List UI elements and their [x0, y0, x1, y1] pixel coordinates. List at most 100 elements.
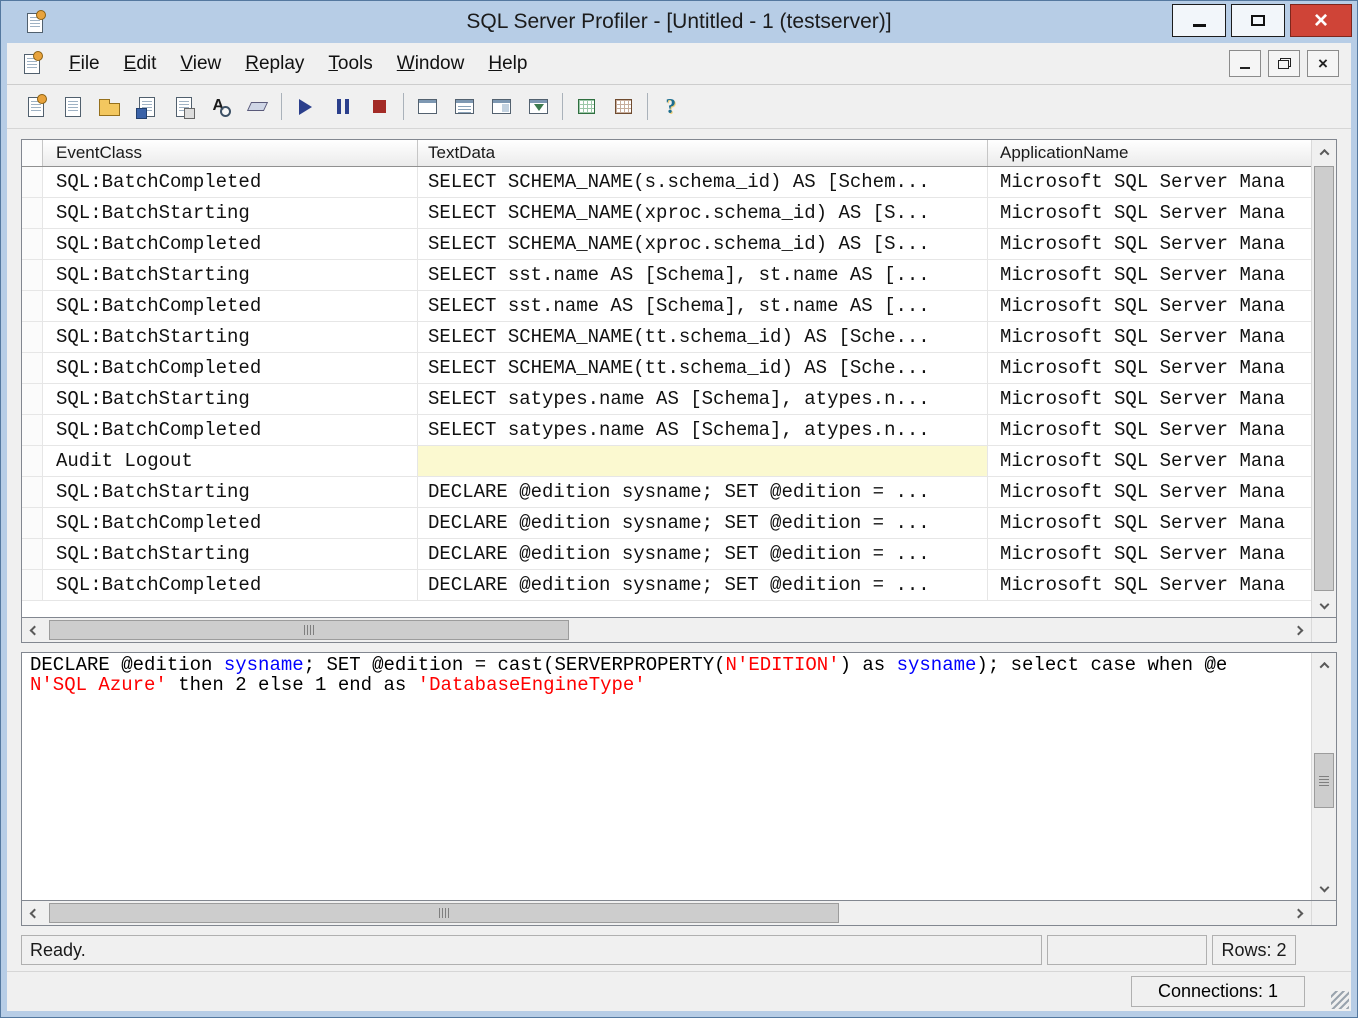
- save-button[interactable]: [128, 90, 165, 124]
- cell-eventclass[interactable]: SQL:BatchCompleted: [43, 167, 418, 197]
- grid-vertical-scrollbar[interactable]: [1311, 140, 1336, 617]
- table-row[interactable]: SQL:BatchCompletedSELECT sst.name AS [Sc…: [22, 291, 1311, 322]
- scroll-thumb[interactable]: [49, 620, 569, 640]
- pause-replay-button[interactable]: [324, 90, 361, 124]
- cell-textdata[interactable]: SELECT SCHEMA_NAME(s.schema_id) AS [Sche…: [418, 167, 988, 197]
- help-button[interactable]: [653, 90, 690, 124]
- cell-applicationname[interactable]: Microsoft SQL Server Mana: [988, 477, 1311, 507]
- grid-export-button[interactable]: [605, 90, 642, 124]
- cell-applicationname[interactable]: Microsoft SQL Server Mana: [988, 260, 1311, 290]
- table-row[interactable]: SQL:BatchCompletedDECLARE @edition sysna…: [22, 508, 1311, 539]
- scroll-right-arrow[interactable]: [1286, 901, 1311, 925]
- detail-horizontal-scrollbar[interactable]: [21, 901, 1337, 926]
- table-row[interactable]: SQL:BatchCompletedSELECT SCHEMA_NAME(xpr…: [22, 229, 1311, 260]
- scroll-up-arrow[interactable]: [1312, 653, 1336, 678]
- table-row[interactable]: SQL:BatchStartingSELECT sst.name AS [Sch…: [22, 260, 1311, 291]
- row-selector[interactable]: [22, 446, 43, 476]
- cell-applicationname[interactable]: Microsoft SQL Server Mana: [988, 229, 1311, 259]
- cell-eventclass[interactable]: SQL:BatchCompleted: [43, 291, 418, 321]
- column-header-applicationname[interactable]: ApplicationName: [988, 140, 1311, 166]
- cell-eventclass[interactable]: SQL:BatchStarting: [43, 539, 418, 569]
- grid-view-button[interactable]: [568, 90, 605, 124]
- row-selector[interactable]: [22, 260, 43, 290]
- cell-textdata[interactable]: DECLARE @edition sysname; SET @edition =…: [418, 570, 988, 600]
- mdi-restore-button[interactable]: [1268, 50, 1300, 77]
- grid-horizontal-scrollbar[interactable]: [21, 618, 1337, 643]
- scroll-thumb[interactable]: [1314, 166, 1334, 591]
- cell-textdata[interactable]: DECLARE @edition sysname; SET @edition =…: [418, 508, 988, 538]
- cell-applicationname[interactable]: Microsoft SQL Server Mana: [988, 198, 1311, 228]
- row-selector[interactable]: [22, 198, 43, 228]
- row-selector[interactable]: [22, 570, 43, 600]
- scroll-down-arrow[interactable]: [1312, 875, 1336, 900]
- scroll-down-arrow[interactable]: [1312, 592, 1336, 617]
- cell-applicationname[interactable]: Microsoft SQL Server Mana: [988, 353, 1311, 383]
- cell-eventclass[interactable]: SQL:BatchCompleted: [43, 229, 418, 259]
- row-selector[interactable]: [22, 322, 43, 352]
- table-row[interactable]: SQL:BatchCompletedSELECT satypes.name AS…: [22, 415, 1311, 446]
- execute-one-step-button[interactable]: [409, 90, 446, 124]
- cell-applicationname[interactable]: Microsoft SQL Server Mana: [988, 508, 1311, 538]
- scroll-right-arrow[interactable]: [1286, 618, 1311, 642]
- mdi-close-button[interactable]: ×: [1307, 50, 1339, 77]
- table-row[interactable]: SQL:BatchCompletedDECLARE @edition sysna…: [22, 570, 1311, 601]
- toggle-grouped-view-button[interactable]: [483, 90, 520, 124]
- cell-applicationname[interactable]: Microsoft SQL Server Mana: [988, 446, 1311, 476]
- row-selector[interactable]: [22, 291, 43, 321]
- new-document-button[interactable]: [54, 90, 91, 124]
- table-row[interactable]: SQL:BatchStartingSELECT SCHEMA_NAME(xpro…: [22, 198, 1311, 229]
- detail-pane[interactable]: DECLARE @edition sysname; SET @edition =…: [21, 652, 1337, 901]
- pane-splitter[interactable]: [21, 643, 1337, 652]
- find-button[interactable]: [202, 90, 239, 124]
- cell-eventclass[interactable]: SQL:BatchStarting: [43, 384, 418, 414]
- row-selector[interactable]: [22, 508, 43, 538]
- cell-applicationname[interactable]: Microsoft SQL Server Mana: [988, 384, 1311, 414]
- menu-tools[interactable]: Tools: [316, 48, 384, 80]
- run-to-cursor-button[interactable]: [446, 90, 483, 124]
- cell-applicationname[interactable]: Microsoft SQL Server Mana: [988, 415, 1311, 445]
- scroll-thumb[interactable]: [1314, 753, 1334, 808]
- column-header-textdata[interactable]: TextData: [418, 140, 988, 166]
- cell-textdata[interactable]: DECLARE @edition sysname; SET @edition =…: [418, 477, 988, 507]
- open-button[interactable]: [91, 90, 128, 124]
- table-row[interactable]: Audit LogoutMicrosoft SQL Server Mana: [22, 446, 1311, 477]
- resize-grip[interactable]: [1331, 991, 1349, 1009]
- cell-applicationname[interactable]: Microsoft SQL Server Mana: [988, 539, 1311, 569]
- cell-eventclass[interactable]: SQL:BatchStarting: [43, 260, 418, 290]
- minimize-button[interactable]: [1172, 4, 1226, 37]
- table-row[interactable]: SQL:BatchCompletedSELECT SCHEMA_NAME(tt.…: [22, 353, 1311, 384]
- table-row[interactable]: SQL:BatchStartingSELECT SCHEMA_NAME(tt.s…: [22, 322, 1311, 353]
- cell-textdata[interactable]: SELECT satypes.name AS [Schema], atypes.…: [418, 384, 988, 414]
- row-selector[interactable]: [22, 539, 43, 569]
- cell-applicationname[interactable]: Microsoft SQL Server Mana: [988, 167, 1311, 197]
- row-selector[interactable]: [22, 229, 43, 259]
- row-selector[interactable]: [22, 353, 43, 383]
- cell-textdata[interactable]: SELECT satypes.name AS [Schema], atypes.…: [418, 415, 988, 445]
- properties-button[interactable]: [165, 90, 202, 124]
- stop-replay-button[interactable]: [361, 90, 398, 124]
- cell-eventclass[interactable]: SQL:BatchCompleted: [43, 353, 418, 383]
- table-row[interactable]: SQL:BatchStartingDECLARE @edition sysnam…: [22, 539, 1311, 570]
- table-row[interactable]: SQL:BatchStartingDECLARE @edition sysnam…: [22, 477, 1311, 508]
- cell-textdata[interactable]: SELECT SCHEMA_NAME(xproc.schema_id) AS […: [418, 198, 988, 228]
- cell-eventclass[interactable]: SQL:BatchCompleted: [43, 570, 418, 600]
- maximize-button[interactable]: [1231, 4, 1285, 37]
- mdi-minimize-button[interactable]: [1229, 50, 1261, 77]
- menu-help[interactable]: Help: [476, 48, 539, 80]
- cell-textdata[interactable]: SELECT sst.name AS [Schema], st.name AS …: [418, 260, 988, 290]
- cell-textdata[interactable]: SELECT SCHEMA_NAME(tt.schema_id) AS [Sch…: [418, 322, 988, 352]
- row-selector[interactable]: [22, 415, 43, 445]
- menu-replay[interactable]: Replay: [233, 48, 316, 80]
- scroll-left-arrow[interactable]: [22, 618, 47, 642]
- column-header-eventclass[interactable]: EventClass: [43, 140, 418, 166]
- table-row[interactable]: SQL:BatchStartingSELECT satypes.name AS …: [22, 384, 1311, 415]
- cell-eventclass[interactable]: SQL:BatchStarting: [43, 477, 418, 507]
- cell-textdata[interactable]: SELECT sst.name AS [Schema], st.name AS …: [418, 291, 988, 321]
- scroll-thumb[interactable]: [49, 903, 839, 923]
- scroll-up-arrow[interactable]: [1312, 140, 1336, 165]
- titlebar[interactable]: SQL Server Profiler - [Untitled - 1 (tes…: [1, 1, 1357, 43]
- cell-eventclass[interactable]: SQL:BatchCompleted: [43, 415, 418, 445]
- row-selector[interactable]: [22, 167, 43, 197]
- row-selector[interactable]: [22, 477, 43, 507]
- cell-applicationname[interactable]: Microsoft SQL Server Mana: [988, 570, 1311, 600]
